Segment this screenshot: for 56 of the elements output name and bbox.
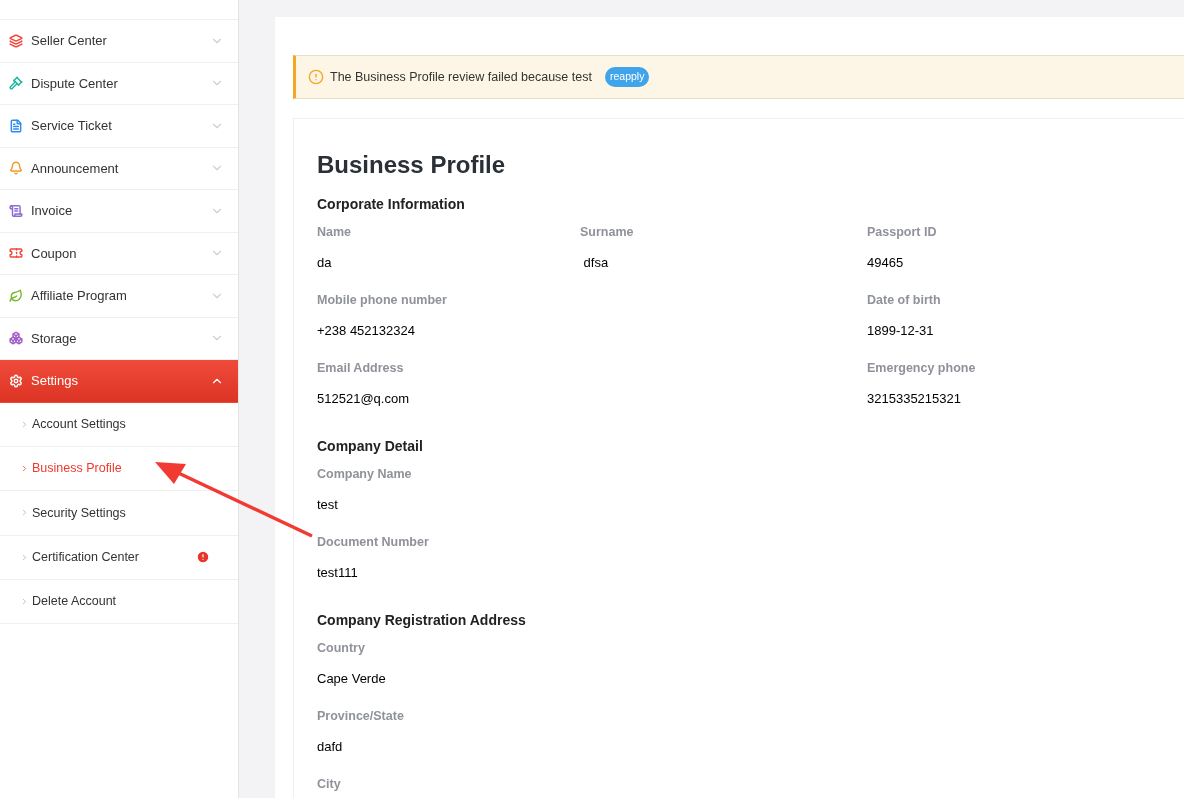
field-label: Province/State: [317, 707, 404, 725]
chevron-right-icon: [20, 597, 29, 607]
field-label: Emergency phone: [867, 359, 976, 377]
alert-icon: [196, 550, 210, 565]
field-value: test: [317, 496, 338, 515]
field-value: 49465: [867, 254, 904, 273]
field-label: Email Address: [317, 359, 404, 377]
leaf-icon: [9, 288, 23, 303]
gavel-icon: [9, 76, 23, 91]
field-label: Document Number: [317, 533, 429, 551]
ticket-icon: [9, 246, 23, 261]
menu-item[interactable]: Invoice: [0, 190, 238, 233]
warning-icon: [308, 69, 324, 85]
field-label: Name: [317, 223, 352, 241]
field-label: City: [317, 775, 341, 793]
field-value: 1899-12-31: [867, 322, 934, 341]
submenu-item[interactable]: Delete Account: [0, 580, 238, 625]
field-value: 3215335215321: [867, 390, 961, 409]
field-label: Mobile phone number: [317, 291, 447, 309]
menu-item[interactable]: Seller Center: [0, 20, 238, 63]
chevron-right-icon: [20, 464, 29, 474]
chevron-right-icon: [20, 508, 29, 518]
settings-icon: [9, 373, 23, 388]
field-value: Cape Verde: [317, 670, 386, 689]
section-heading: Company Detail: [317, 436, 423, 456]
section-heading: Company Registration Address: [317, 610, 526, 630]
layers-icon: [9, 33, 23, 48]
submenu-item[interactable]: Account Settings: [0, 402, 238, 447]
field-label: Date of birth: [867, 291, 941, 309]
field-value: +238 452132324: [317, 322, 415, 341]
menu-item[interactable]: Dispute Center: [0, 62, 238, 105]
notice-message: The Business Profile review failed because test: [330, 68, 592, 86]
submenu-item[interactable]: Security Settings: [0, 491, 238, 536]
menu-item[interactable]: Coupon: [0, 232, 238, 275]
field-label: Surname: [580, 223, 634, 241]
field-label: Passport ID: [867, 223, 937, 241]
boxes-icon: [9, 331, 23, 346]
page-title: Business Profile: [317, 150, 506, 180]
submenu-item[interactable]: Certification Center: [0, 535, 238, 581]
menu-item[interactable]: Settings: [0, 360, 238, 403]
field-value: 512521@q.com: [317, 390, 409, 409]
chevron-right-icon: [20, 419, 29, 429]
field-label: Country: [317, 639, 365, 657]
field-value: dfsa: [582, 254, 609, 273]
chevron-right-icon: [20, 552, 29, 562]
menu-item[interactable]: Service Ticket: [0, 105, 238, 148]
bell-icon: [9, 161, 23, 176]
field-value: da: [317, 254, 332, 273]
menu-item[interactable]: Affiliate Program: [0, 275, 238, 318]
section-heading: Corporate Information: [317, 194, 465, 214]
field-label: Company Name: [317, 465, 412, 483]
scroll-icon: [9, 203, 23, 218]
document-icon: [9, 118, 23, 133]
menu-item[interactable]: Announcement: [0, 147, 238, 190]
field-value: dafd: [317, 738, 343, 757]
field-value: test111: [317, 564, 358, 583]
